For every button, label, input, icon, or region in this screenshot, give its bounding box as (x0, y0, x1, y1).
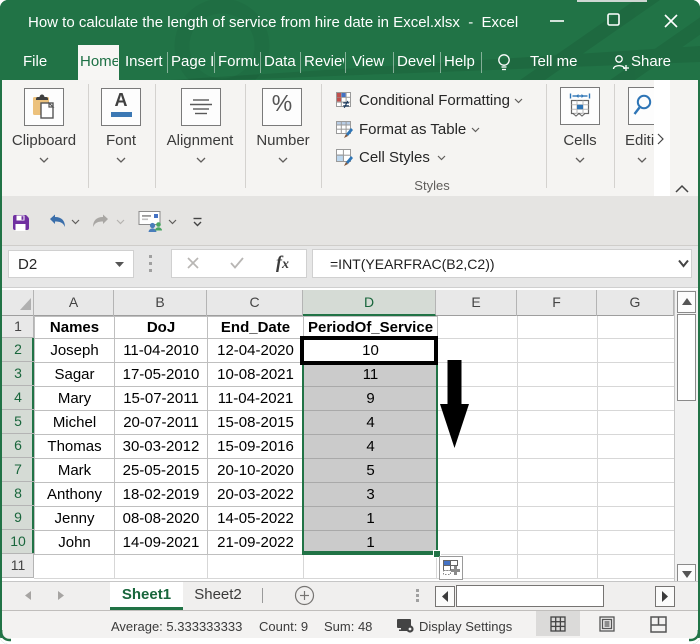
svg-text:≠: ≠ (343, 99, 349, 109)
